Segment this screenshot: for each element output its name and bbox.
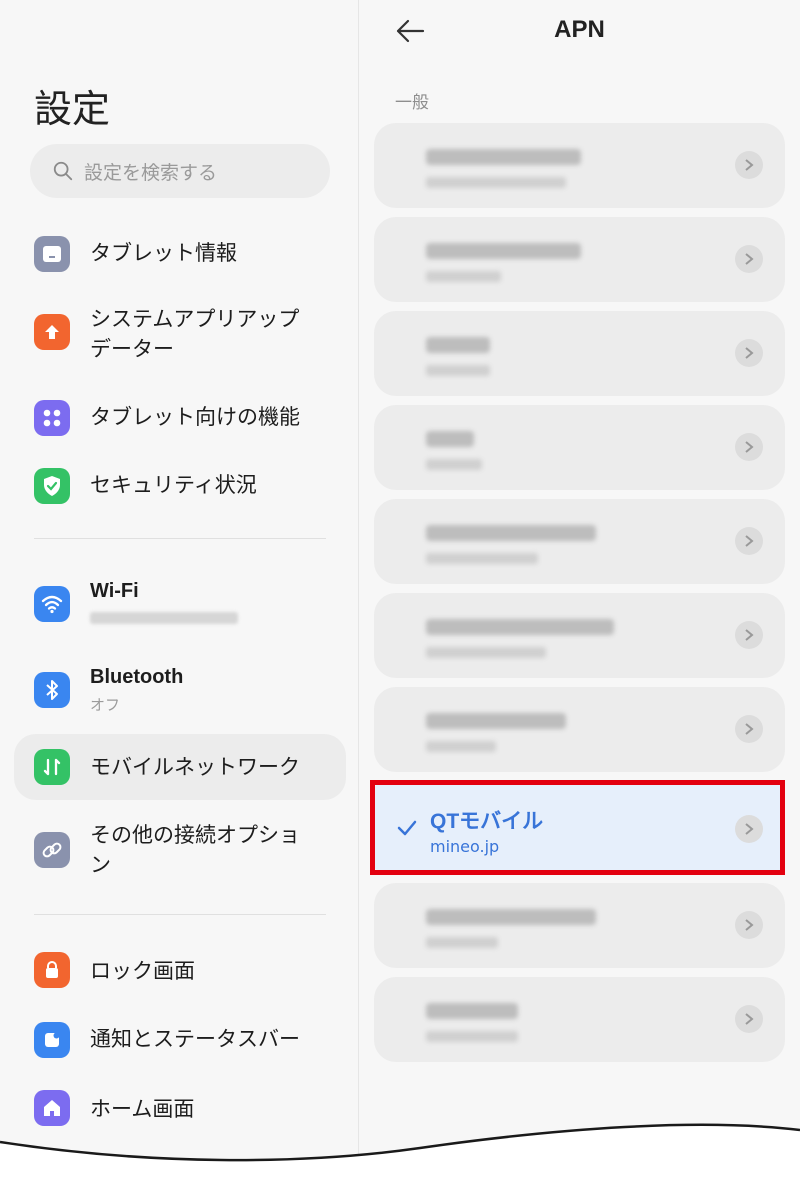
search-input[interactable]: 設定を検索する xyxy=(30,144,330,198)
section-label: 一般 xyxy=(395,93,429,113)
apn-list-item[interactable] xyxy=(374,311,785,396)
apn-value-redacted xyxy=(426,553,538,564)
apn-value-redacted xyxy=(426,741,496,752)
chevron-right-icon xyxy=(735,715,763,743)
apn-name-redacted xyxy=(426,149,581,165)
settings-item-lock-screen[interactable]: ロック画面 xyxy=(14,944,346,1000)
item-label: タブレット情報 xyxy=(90,241,237,265)
arrow-up-icon xyxy=(34,314,70,350)
apn-list-item[interactable] xyxy=(374,687,785,772)
settings-item-tablet-features[interactable]: タブレット向けの機能 xyxy=(14,390,346,446)
apn-list-item-selected[interactable]: QTモバイル mineo.jp xyxy=(374,785,785,870)
apn-name-redacted xyxy=(426,619,614,635)
page-title: APN xyxy=(554,16,605,43)
apn-list-item[interactable] xyxy=(374,217,785,302)
apn-value: mineo.jp xyxy=(430,837,500,856)
wifi-ssid-redacted xyxy=(90,612,238,624)
chevron-right-icon xyxy=(735,339,763,367)
tablet-icon xyxy=(34,236,70,272)
bluetooth-icon xyxy=(34,672,70,708)
apn-list-item[interactable] xyxy=(374,977,785,1062)
mobile-data-icon xyxy=(34,749,70,785)
item-label: ロック画面 xyxy=(90,959,195,983)
chevron-right-icon xyxy=(735,621,763,649)
settings-item-notifications[interactable]: 通知とステータスバー xyxy=(14,1012,346,1068)
wavy-cut-edge xyxy=(0,1123,800,1200)
apn-value-redacted xyxy=(426,647,546,658)
apn-name-redacted xyxy=(426,1003,518,1019)
apn-pane: APN 一般 QTモバイル mineo.jp xyxy=(359,0,800,1200)
chevron-right-icon xyxy=(735,433,763,461)
settings-item-security-status[interactable]: セキュリティ状況 xyxy=(14,458,346,514)
chevron-right-icon xyxy=(735,911,763,939)
search-placeholder: 設定を検索する xyxy=(84,161,218,184)
settings-item-bluetooth[interactable]: Bluetooth オフ xyxy=(14,660,346,720)
apn-value-redacted xyxy=(426,271,501,282)
settings-item-mobile-network[interactable]: モバイルネットワーク xyxy=(14,734,346,800)
item-label: Wi-Fi xyxy=(90,580,139,602)
chevron-right-icon xyxy=(735,245,763,273)
dots-grid-icon xyxy=(34,400,70,436)
notification-icon xyxy=(34,1022,70,1058)
apn-name-redacted xyxy=(426,909,596,925)
search-icon xyxy=(53,161,73,181)
apn-name-redacted xyxy=(426,713,566,729)
item-label: システムアプリアップデーター xyxy=(90,307,300,361)
chevron-right-icon xyxy=(735,815,763,843)
chevron-right-icon xyxy=(735,151,763,179)
item-label: タブレット向けの機能 xyxy=(90,405,300,429)
apn-value-redacted xyxy=(426,1031,518,1042)
apn-list-item[interactable] xyxy=(374,405,785,490)
settings-item-other-connections[interactable]: その他の接続オプション xyxy=(14,818,346,882)
divider xyxy=(34,538,326,539)
apn-list-item[interactable] xyxy=(374,499,785,584)
apn-value-redacted xyxy=(426,459,482,470)
apn-value-redacted xyxy=(426,937,498,948)
check-icon xyxy=(397,820,417,836)
chevron-right-icon xyxy=(735,527,763,555)
settings-item-wifi[interactable]: Wi-Fi xyxy=(14,574,346,634)
item-label: セキュリティ状況 xyxy=(90,473,257,497)
item-label: 通知とステータスバー xyxy=(90,1027,300,1051)
item-label: Bluetooth xyxy=(90,666,184,688)
settings-item-tablet-info[interactable]: タブレット情報 xyxy=(14,226,346,282)
apn-list-item[interactable] xyxy=(374,593,785,678)
wifi-icon xyxy=(34,586,70,622)
apn-name-redacted xyxy=(426,525,596,541)
apn-value-redacted xyxy=(426,365,490,376)
apn-value-redacted xyxy=(426,177,566,188)
page-title: 設定 xyxy=(34,87,111,131)
divider xyxy=(34,914,326,915)
apn-name-redacted xyxy=(426,243,581,259)
shield-check-icon xyxy=(34,468,70,504)
settings-pane: 設定 設定を検索する タブレット情報 システムアプリアップデーター タブレット向… xyxy=(0,0,359,1200)
bluetooth-status: オフ xyxy=(90,696,121,714)
chevron-right-icon xyxy=(735,1005,763,1033)
item-label: モバイルネットワーク xyxy=(90,755,300,779)
item-label: その他の接続オプション xyxy=(90,823,300,877)
link-icon xyxy=(34,832,70,868)
apn-name-redacted xyxy=(426,337,490,353)
settings-item-system-app-updater[interactable]: システムアプリアップデーター xyxy=(14,302,346,366)
apn-name: QTモバイル xyxy=(430,810,544,833)
lock-icon xyxy=(34,952,70,988)
apn-list-item[interactable] xyxy=(374,123,785,208)
apn-list-item[interactable] xyxy=(374,883,785,968)
apn-name-redacted xyxy=(426,431,474,447)
